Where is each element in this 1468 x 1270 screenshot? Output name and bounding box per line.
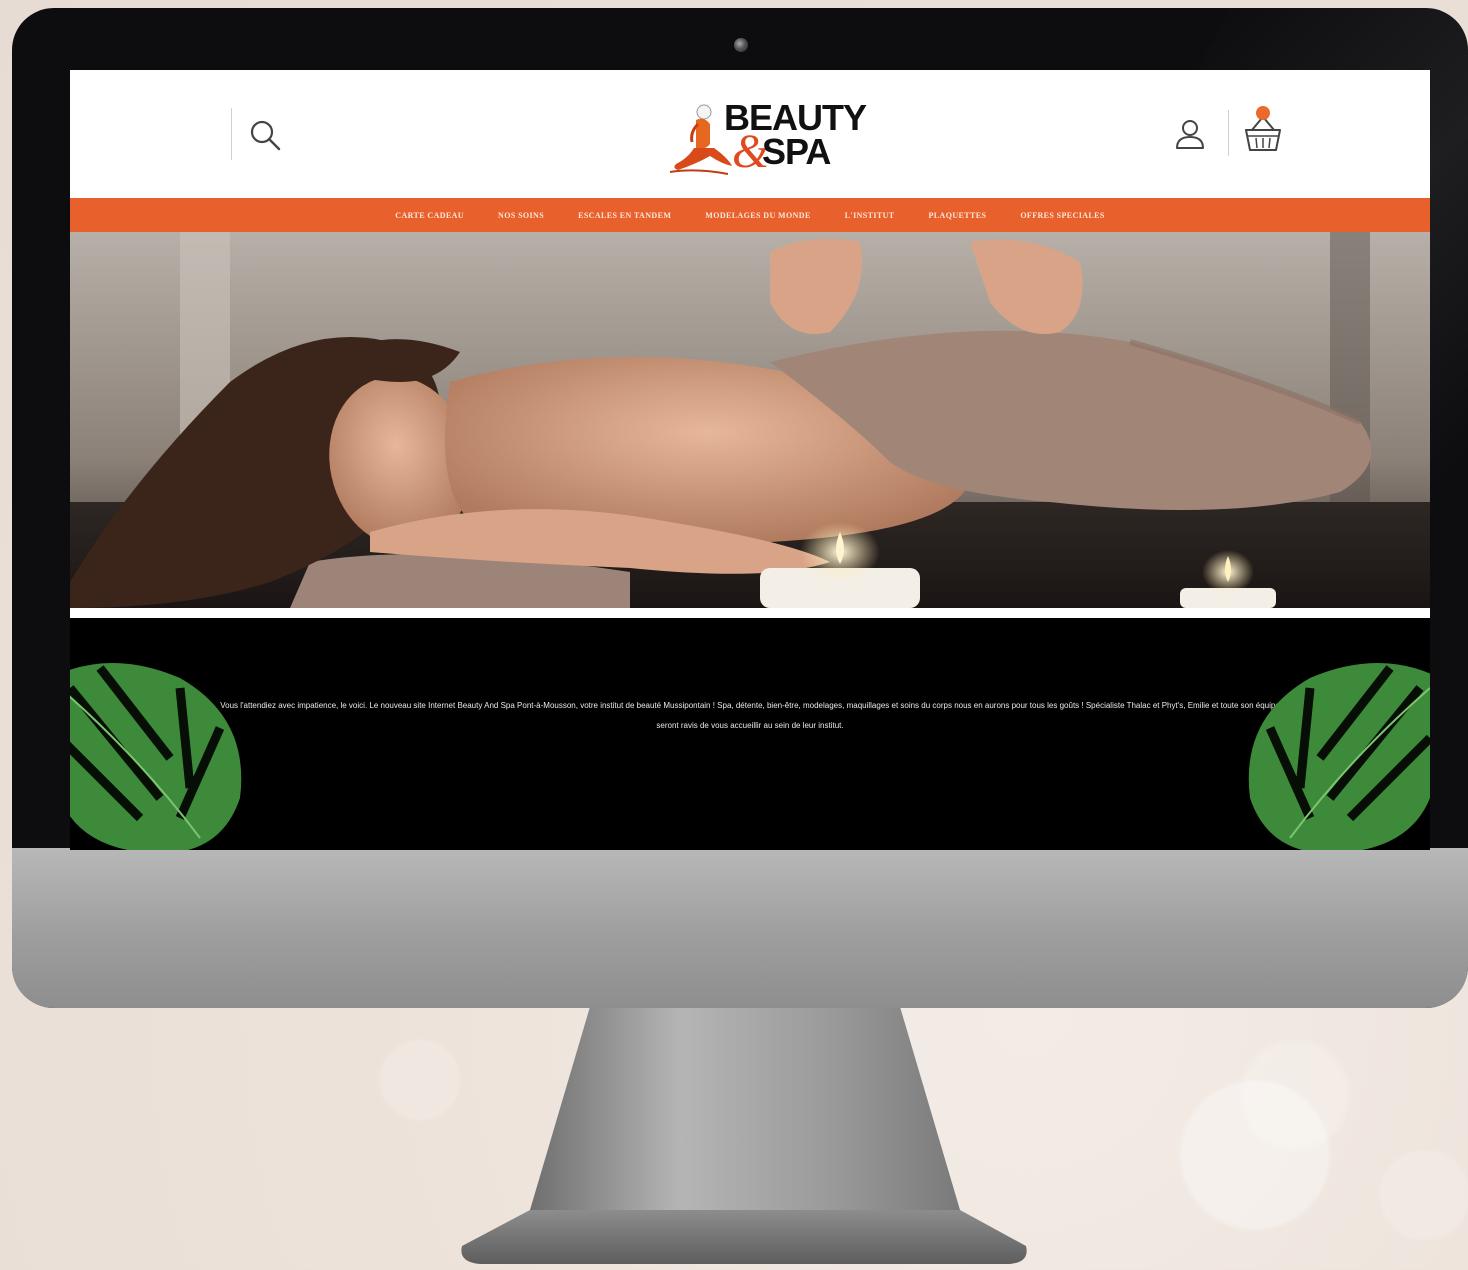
background-bokeh	[380, 1040, 460, 1120]
intro-paragraph: Vous l'attendiez avec impatience, le voi…	[220, 701, 1280, 730]
nav-item-institut[interactable]: L'INSTITUT	[845, 211, 895, 220]
background-bokeh	[1380, 1150, 1468, 1240]
woman-receiving-massage-photo	[70, 232, 1430, 608]
website-screen: BEAUTY & SPA CARTE CADEAU NOS SOINS ESCA…	[70, 70, 1430, 850]
nav-item-escales-en-tandem[interactable]: ESCALES EN TANDEM	[578, 211, 671, 220]
webcam-icon	[734, 38, 748, 52]
user-icon[interactable]	[1172, 116, 1208, 152]
nav-item-nos-soins[interactable]: NOS SOINS	[498, 211, 544, 220]
nav-item-carte-cadeau[interactable]: CARTE CADEAU	[395, 211, 464, 220]
nav-item-plaquettes[interactable]: PLAQUETTES	[929, 211, 987, 220]
site-logo[interactable]: BEAUTY & SPA	[666, 98, 867, 180]
monstera-leaf-image	[70, 663, 242, 850]
logo-text-spa: SPA	[762, 131, 831, 172]
hero-divider	[70, 608, 1430, 618]
header-divider	[231, 108, 232, 160]
header-divider	[1228, 110, 1229, 156]
nav-item-offres-speciales[interactable]: OFFRES SPECIALES	[1020, 211, 1104, 220]
intro-section: Vous l'attendiez avec impatience, le voi…	[70, 618, 1430, 850]
site-header: BEAUTY & SPA	[70, 70, 1430, 198]
search-icon[interactable]	[248, 118, 284, 154]
monstera-leaf-image	[1248, 663, 1430, 850]
nav-item-modelages-du-monde[interactable]: MODELAGES DU MONDE	[705, 211, 810, 220]
main-navigation: CARTE CADEAU NOS SOINS ESCALES EN TANDEM…	[70, 198, 1430, 232]
background-bokeh	[1240, 1040, 1350, 1150]
hero-banner	[70, 232, 1430, 608]
monitor-chin	[12, 848, 1468, 1008]
cart-count-badge	[1256, 106, 1270, 120]
